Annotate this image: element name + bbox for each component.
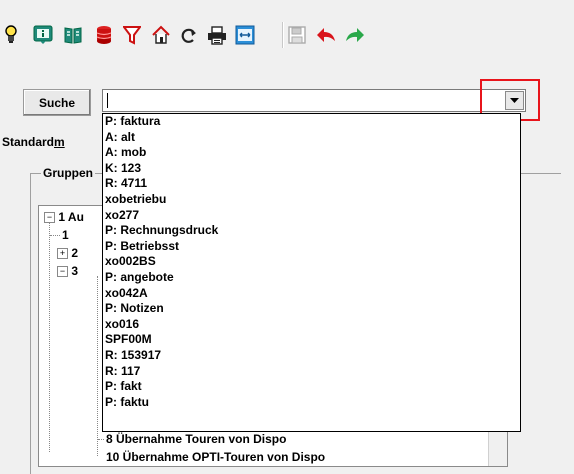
- dropdown-item[interactable]: P: Notizen: [103, 301, 520, 317]
- dropdown-item[interactable]: SPF00M: [103, 332, 520, 348]
- dropdown-item[interactable]: xo016: [103, 317, 520, 333]
- info-icon[interactable]: [32, 20, 54, 50]
- redo-icon[interactable]: [343, 20, 367, 50]
- search-button[interactable]: Suche: [23, 89, 91, 116]
- tree-node-8[interactable]: 8 Übernahme Touren von Dispo: [106, 432, 286, 446]
- dropdown-item[interactable]: P: Betriebsst: [103, 239, 520, 255]
- tree-connector: [98, 439, 104, 440]
- toolbar-separator: [282, 22, 284, 48]
- dropdown-item[interactable]: P: fakt: [103, 379, 520, 395]
- expand-icon[interactable]: [234, 20, 256, 50]
- home-icon[interactable]: [150, 20, 172, 50]
- search-combobox[interactable]: [102, 89, 526, 112]
- tree-connector: [97, 276, 98, 456]
- tree-node-1-label: 1 Au: [58, 210, 84, 224]
- expand-plus-icon[interactable]: +: [57, 248, 68, 260]
- save-icon[interactable]: [286, 20, 308, 50]
- dropdown-item[interactable]: xo042A: [103, 286, 520, 302]
- tab-standard-mnemonic: m: [54, 135, 65, 149]
- tree-node-10[interactable]: 10 Übernahme OPTI-Touren von Dispo: [106, 450, 325, 464]
- tree-node-1-1[interactable]: 1: [62, 228, 69, 242]
- tree-node-2-label: 2: [71, 246, 79, 260]
- search-dropdown-list[interactable]: P: faktura A: alt A: mob K: 123 R: 4711 xobet…: [102, 113, 521, 432]
- filter-icon[interactable]: [122, 20, 142, 50]
- tree-node-3[interactable]: − 3: [57, 264, 78, 278]
- groups-label: Gruppen: [41, 166, 95, 180]
- tree-connector: [50, 235, 60, 236]
- refresh-icon[interactable]: [178, 20, 200, 50]
- lightbulb-icon[interactable]: [2, 20, 20, 50]
- tree-node-8-label: 8 Übernahme Touren von Dispo: [106, 432, 287, 446]
- dropdown-item[interactable]: P: faktu: [103, 395, 520, 411]
- dropdown-item[interactable]: K: 123: [103, 161, 520, 177]
- dropdown-item[interactable]: A: mob: [103, 145, 520, 161]
- tree-connector: [49, 222, 50, 452]
- dropdown-item[interactable]: xo002BS: [103, 254, 520, 270]
- dropdown-item[interactable]: R: 4711: [103, 176, 520, 192]
- undo-icon[interactable]: [314, 20, 338, 50]
- book-icon[interactable]: [62, 20, 84, 50]
- dropdown-item[interactable]: P: Rechnungsdruck: [103, 223, 520, 239]
- tab-standard[interactable]: Standardm: [2, 135, 65, 149]
- dropdown-item[interactable]: xo277: [103, 208, 520, 224]
- collapse-icon[interactable]: −: [57, 266, 68, 278]
- dropdown-item[interactable]: A: alt: [103, 130, 520, 146]
- text-cursor: [107, 93, 108, 108]
- database-icon[interactable]: [94, 20, 114, 50]
- tree-node-3-label: 3: [71, 264, 79, 278]
- dropdown-item[interactable]: R: 153917: [103, 348, 520, 364]
- dropdown-item[interactable]: xobetriebu: [103, 192, 520, 208]
- print-icon[interactable]: [206, 20, 228, 50]
- tree-node-10-label: 10 Übernahme OPTI-Touren von Dispo: [106, 450, 326, 464]
- dropdown-item[interactable]: P: angebote: [103, 270, 520, 286]
- dropdown-item[interactable]: R: 117: [103, 364, 520, 380]
- toolbar: [0, 20, 574, 60]
- tab-standard-text: Standard: [2, 135, 55, 149]
- search-button-label: Suche: [38, 95, 75, 110]
- tree-node-2[interactable]: + 2: [57, 246, 78, 260]
- dropdown-item[interactable]: P: faktura: [103, 114, 520, 130]
- tree-node-1-1-label: 1: [62, 228, 69, 242]
